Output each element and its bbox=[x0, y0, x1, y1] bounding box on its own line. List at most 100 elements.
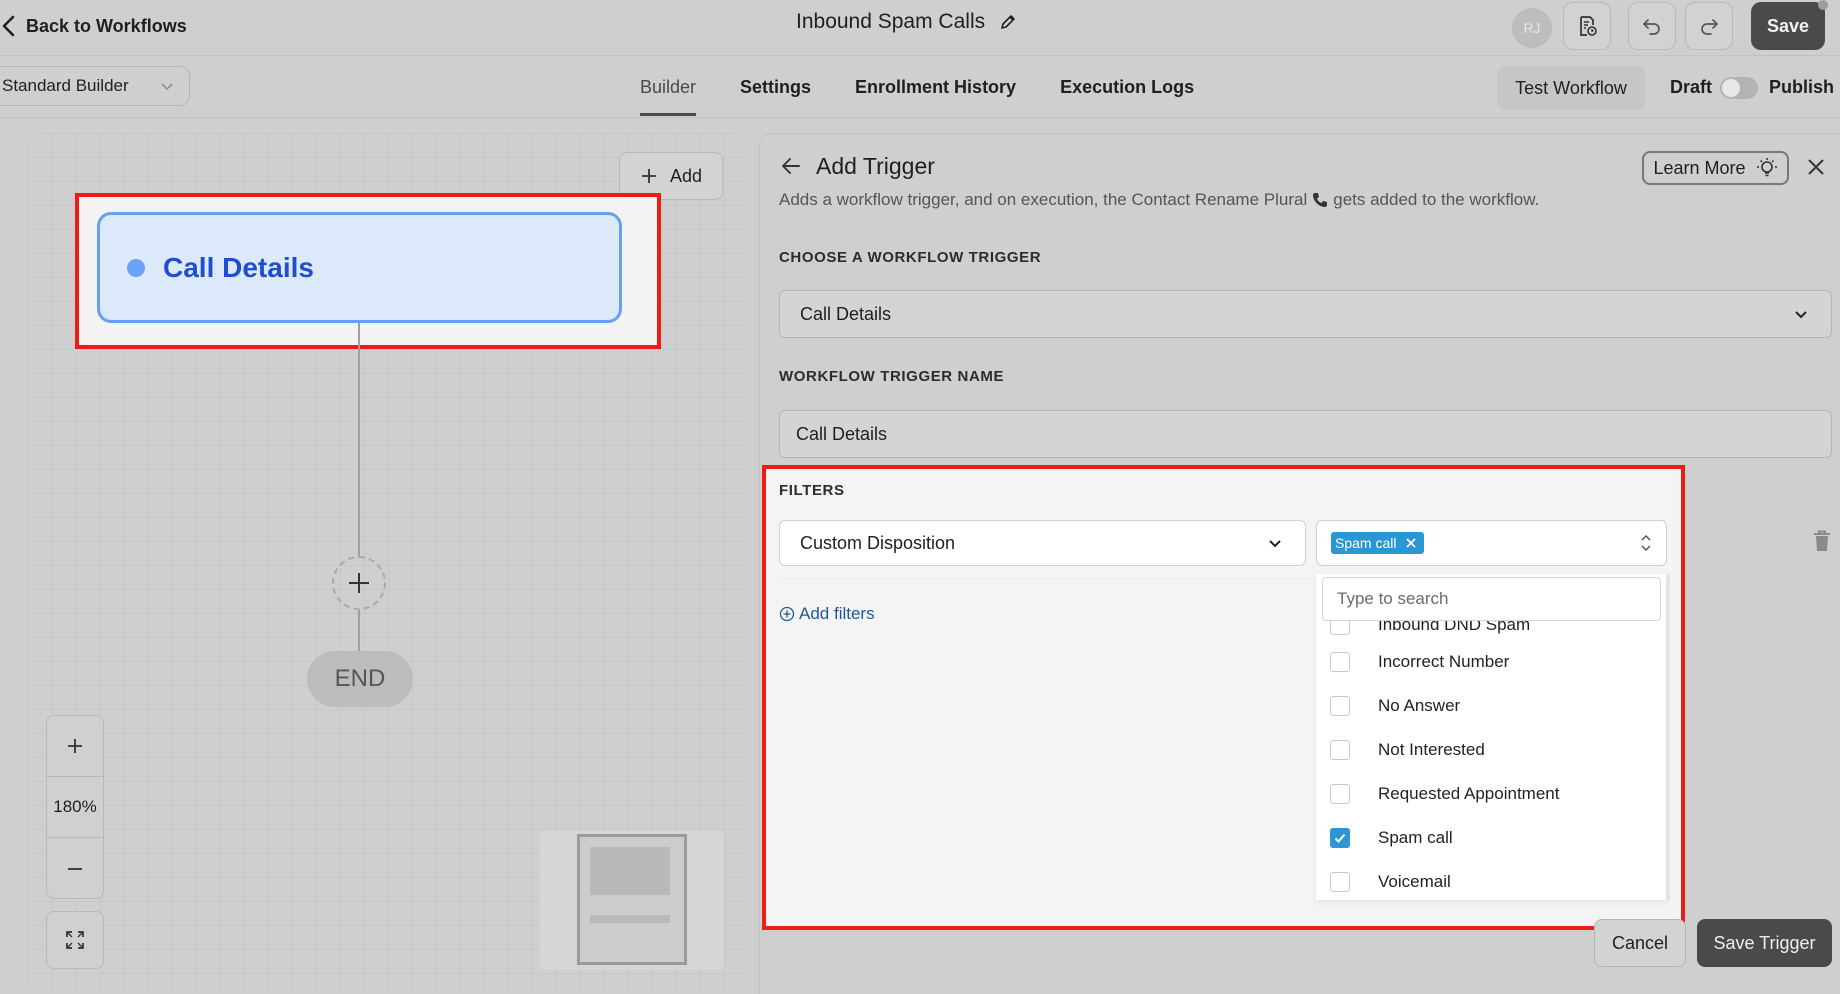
trigger-select[interactable]: Call Details bbox=[779, 290, 1832, 338]
document-clock-icon bbox=[1580, 16, 1597, 36]
back-to-workflows-link[interactable]: Back to Workflows bbox=[0, 12, 187, 40]
minus-icon bbox=[68, 867, 82, 870]
option-incorrect-number[interactable]: Incorrect Number bbox=[1316, 640, 1667, 684]
chevron-down-icon bbox=[1269, 540, 1281, 548]
filter-value-multiselect[interactable]: Spam call bbox=[1316, 520, 1667, 566]
publish-toggle[interactable] bbox=[1720, 77, 1758, 99]
filter-field-select[interactable]: Custom Disposition bbox=[779, 520, 1306, 566]
checkbox[interactable] bbox=[1330, 872, 1350, 892]
node-status-dot bbox=[127, 258, 145, 277]
filter-field-value: Custom Disposition bbox=[800, 532, 956, 553]
builder-mode-select[interactable]: Standard Builder bbox=[0, 66, 190, 106]
option-voicemail[interactable]: Voicemail bbox=[1316, 860, 1667, 900]
add-filters-label: Add filters bbox=[799, 604, 875, 623]
plus-icon bbox=[68, 739, 82, 753]
learn-more-button[interactable]: Learn More bbox=[1642, 151, 1789, 185]
workflow-title-text: Inbound Spam Calls bbox=[796, 10, 986, 33]
top-bar: Back to Workflows Inbound Spam Calls RJ … bbox=[0, 0, 1840, 56]
arrow-left-icon[interactable] bbox=[780, 155, 802, 177]
choose-trigger-label: CHOOSE A WORKFLOW TRIGGER bbox=[779, 249, 1042, 266]
checkbox[interactable] bbox=[1330, 696, 1350, 716]
checkmark-icon bbox=[1334, 833, 1346, 843]
checkbox[interactable] bbox=[1330, 740, 1350, 760]
tab-settings[interactable]: Settings bbox=[740, 56, 811, 118]
plus-icon bbox=[349, 573, 369, 593]
chevron-down-icon bbox=[1795, 311, 1807, 319]
save-button[interactable]: Save bbox=[1751, 2, 1825, 50]
draft-label: Draft bbox=[1670, 77, 1713, 97]
redo-button[interactable] bbox=[1685, 2, 1733, 50]
notification-dot bbox=[1818, 0, 1828, 10]
history-button[interactable] bbox=[1563, 2, 1611, 50]
filters-label: FILTERS bbox=[779, 482, 845, 499]
remove-chip-icon[interactable] bbox=[1404, 536, 1418, 550]
plus-circle-icon bbox=[779, 606, 795, 622]
builder-mode-value: Standard Builder bbox=[2, 76, 129, 95]
main-tabs: Builder Settings Enrollment History Exec… bbox=[640, 56, 1194, 118]
workflow-title: Inbound Spam Calls bbox=[796, 10, 1017, 34]
checkbox-checked[interactable] bbox=[1330, 828, 1350, 848]
avatar[interactable]: RJ bbox=[1512, 8, 1552, 48]
checkbox[interactable] bbox=[1330, 784, 1350, 804]
pencil-icon[interactable] bbox=[999, 13, 1017, 31]
chevron-left-icon bbox=[2, 15, 15, 37]
tab-execution-logs[interactable]: Execution Logs bbox=[1060, 56, 1194, 118]
zoom-out-button[interactable] bbox=[47, 838, 103, 899]
trash-icon[interactable] bbox=[1812, 529, 1832, 553]
undo-icon bbox=[1643, 19, 1660, 35]
close-icon[interactable] bbox=[1806, 157, 1826, 177]
undo-button[interactable] bbox=[1628, 2, 1676, 50]
lightbulb-icon bbox=[1756, 158, 1777, 177]
option-label: Not Interested bbox=[1378, 740, 1485, 759]
trigger-select-value: Call Details bbox=[800, 303, 892, 324]
chevron-updown-icon bbox=[1641, 534, 1651, 552]
builder-toolbar: Standard Builder Builder Settings Enroll… bbox=[0, 56, 1840, 118]
checkbox[interactable] bbox=[1330, 652, 1350, 672]
tab-enrollment-history[interactable]: Enrollment History bbox=[855, 56, 1016, 118]
add-step-button[interactable] bbox=[332, 556, 386, 610]
panel-title: Add Trigger bbox=[816, 153, 935, 179]
zoom-in-button[interactable] bbox=[47, 716, 103, 777]
description-suffix: gets added to the workflow. bbox=[1333, 190, 1540, 209]
connector-line bbox=[358, 610, 360, 651]
minimap-viewport[interactable] bbox=[577, 834, 687, 965]
option-label: No Answer bbox=[1378, 696, 1461, 715]
options-dropdown: Inbound DND Spam Incorrect Number No Ans… bbox=[1316, 574, 1667, 900]
end-node: END bbox=[307, 651, 413, 707]
minimap[interactable] bbox=[540, 830, 724, 970]
cancel-button[interactable]: Cancel bbox=[1594, 919, 1686, 967]
redo-icon bbox=[1701, 19, 1718, 35]
fit-view-button[interactable] bbox=[46, 911, 104, 969]
option-not-interested[interactable]: Not Interested bbox=[1316, 728, 1667, 772]
zoom-level: 180% bbox=[47, 777, 103, 838]
trigger-name-label: WORKFLOW TRIGGER NAME bbox=[779, 368, 1005, 385]
description-prefix: Adds a workflow trigger, and on executio… bbox=[779, 190, 1308, 209]
minimap-node bbox=[590, 915, 670, 923]
option-label: Spam call bbox=[1378, 828, 1453, 847]
option-no-answer[interactable]: No Answer bbox=[1316, 684, 1667, 728]
publish-label: Publish bbox=[1769, 77, 1835, 97]
zoom-group: 180% bbox=[46, 715, 104, 899]
test-workflow-button[interactable]: Test Workflow bbox=[1497, 66, 1645, 110]
save-trigger-button[interactable]: Save Trigger bbox=[1697, 919, 1832, 967]
connector-line bbox=[358, 323, 360, 556]
plus-icon bbox=[641, 169, 656, 183]
back-label: Back to Workflows bbox=[26, 15, 187, 36]
trigger-node-label: Call Details bbox=[163, 251, 314, 283]
phone-icon bbox=[1313, 193, 1328, 207]
trigger-node[interactable]: Call Details bbox=[97, 212, 622, 323]
add-filters-link[interactable]: Add filters bbox=[779, 604, 875, 624]
dropdown-scrollbar[interactable] bbox=[1666, 574, 1670, 900]
zoom-controls: 180% bbox=[46, 715, 104, 973]
option-spam-call[interactable]: Spam call bbox=[1316, 816, 1667, 860]
chevron-down-icon bbox=[161, 83, 173, 91]
panel-description: Adds a workflow trigger, and on executio… bbox=[779, 190, 1539, 210]
option-label: Incorrect Number bbox=[1378, 652, 1510, 671]
trigger-name-input[interactable]: Call Details bbox=[779, 410, 1832, 458]
tab-builder[interactable]: Builder bbox=[640, 56, 697, 118]
minimap-node bbox=[590, 847, 670, 895]
search-input[interactable] bbox=[1322, 577, 1661, 621]
learn-more-label: Learn More bbox=[1653, 157, 1746, 178]
expand-icon bbox=[66, 931, 84, 949]
option-requested-appointment[interactable]: Requested Appointment bbox=[1316, 772, 1667, 816]
